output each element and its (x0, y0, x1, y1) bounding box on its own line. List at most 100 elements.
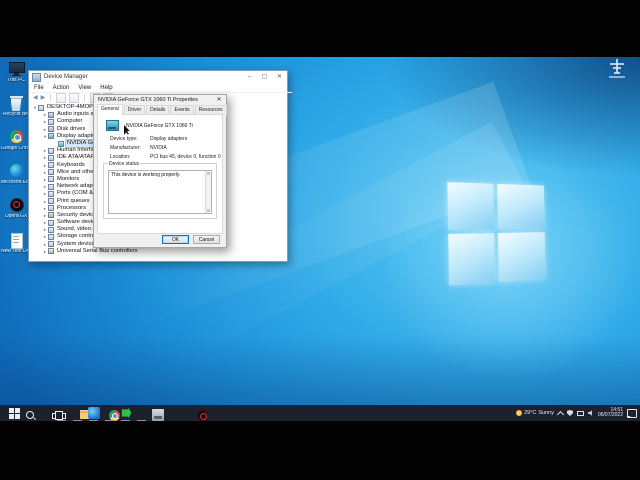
taskbar: 29°C Sunny 14:51 06/07/2022 (0, 405, 640, 421)
blue-app-taskbar-icon[interactable] (88, 407, 100, 419)
field-row: Manufacturer: NVIDIA (110, 145, 167, 151)
letterbox-top (0, 0, 640, 57)
back-icon[interactable]: ◀ (33, 94, 38, 101)
hidden-icons-chevron[interactable] (557, 410, 564, 417)
desktop-icon-label: Google Chrome (1, 146, 31, 151)
cancel-button[interactable]: Cancel (193, 235, 220, 244)
keyboard-icon (48, 162, 54, 168)
windows-logo-pane (498, 232, 545, 282)
desktop-icon-text-document[interactable]: New Text Document (1, 232, 31, 254)
dialog-title: NVIDIA GeForce GTX 1060 Ti Properties (94, 97, 198, 103)
system-tray: 29°C Sunny 14:51 06/07/2022 (516, 405, 636, 421)
gpu-device-icon (106, 120, 119, 131)
text-document-icon (8, 232, 25, 248)
this-pc-icon (8, 61, 25, 77)
device-name: NVIDIA GeForce GTX 1060 Ti (126, 123, 193, 129)
field-label: Location: (110, 154, 150, 160)
cpu-icon (48, 205, 54, 211)
disk-icon (48, 126, 54, 132)
device-status-text: This device is working properly. (111, 172, 204, 178)
field-label: Device type: (110, 136, 150, 142)
ok-button[interactable]: OK (162, 235, 189, 244)
device-manager-taskbar-icon[interactable] (152, 409, 164, 421)
tree-item[interactable]: ▸Universal Serial Bus controllers (30, 248, 286, 255)
weather-widget[interactable]: 29°C Sunny (516, 410, 554, 416)
tree-item-label: Processors (56, 205, 87, 212)
weather-temp: 29°C (524, 410, 536, 416)
toolbar-separator (50, 94, 51, 102)
close-button[interactable]: ✕ (272, 71, 287, 83)
ports-icon (48, 191, 54, 197)
recycle-bin-icon (8, 95, 25, 111)
search-icon[interactable] (24, 409, 36, 421)
device-header: NVIDIA GeForce GTX 1060 Ti (106, 120, 193, 131)
properties-icon[interactable] (69, 93, 79, 103)
scroll-down-icon[interactable] (207, 209, 210, 212)
forward-icon[interactable]: ▶ (41, 94, 46, 101)
software-icon (48, 220, 54, 226)
monitor-icon (48, 176, 54, 182)
green-app-taskbar-icon[interactable] (120, 407, 132, 419)
properties-dialog: NVIDIA GeForce GTX 1060 Ti Properties ✕ … (93, 94, 227, 248)
printer-icon (48, 198, 54, 204)
menu-item-help[interactable]: Help (100, 85, 112, 91)
system-icon (48, 241, 54, 247)
scrollbar[interactable] (205, 171, 211, 213)
tree-item-label: Keyboards (56, 162, 86, 169)
scroll-up-icon[interactable] (207, 172, 210, 175)
audio-icon (48, 112, 54, 118)
desktop-icon-chrome[interactable]: Google Chrome (1, 129, 31, 151)
field-value: NVIDIA (150, 145, 167, 151)
toolbar-separator (84, 94, 85, 102)
maximize-button[interactable]: ▢ (257, 71, 272, 83)
dialog-close-button[interactable]: ✕ (214, 95, 224, 105)
tree-item-label: Monitors (56, 176, 80, 183)
desktop-icon-opera-gx[interactable]: Opera GX (1, 197, 31, 219)
desktop-icon-recycle-bin[interactable]: Recycle Bin (1, 95, 31, 117)
opera-gx-icon (8, 197, 25, 213)
mouse-icon (48, 169, 54, 175)
menu-item-file[interactable]: File (34, 85, 44, 91)
action-center-icon[interactable] (627, 409, 636, 418)
device-manager-app-icon (32, 73, 41, 82)
ide-icon (48, 155, 54, 161)
field-row: Location: PCI bus 45, device 0, function… (110, 154, 221, 160)
screen: This PC Recycle Bin Google Chrome Micros… (0, 0, 640, 480)
windows-logo-pane (497, 184, 544, 229)
sound-icon (48, 227, 54, 233)
weather-condition: Sunny (538, 410, 554, 416)
field-value: Display adapters (150, 136, 187, 142)
tree-item-label: Print queues (56, 198, 91, 205)
opera-gx-taskbar-icon[interactable] (196, 409, 208, 421)
desktop-icon-label: Opera GX (1, 214, 31, 219)
hid-icon (48, 148, 54, 154)
device-status-group: Device status This device is working pro… (103, 163, 217, 219)
tab-general[interactable]: General (97, 104, 123, 115)
desktop-icon-this-pc[interactable]: This PC (1, 61, 31, 83)
desktop-icon-label: Microsoft Edge (1, 180, 31, 185)
security-tray-icon[interactable] (567, 410, 573, 416)
display-tray-icon[interactable] (577, 411, 584, 417)
window-title: Device Manager (44, 74, 88, 80)
caption-buttons: – ▢ ✕ (242, 71, 287, 83)
usb-icon (48, 248, 54, 254)
device-status-label: Device status (108, 161, 140, 167)
minimize-button[interactable]: – (242, 71, 257, 83)
desktop-icon-edge[interactable]: Microsoft Edge (1, 163, 31, 185)
tree-item-label: Computer (56, 118, 83, 125)
console-tree-icon[interactable] (56, 93, 66, 103)
edge-icon (8, 163, 25, 179)
field-label: Manufacturer: (110, 145, 150, 151)
menu-item-action[interactable]: Action (53, 85, 70, 91)
security-icon (48, 212, 54, 218)
taskbar-clock[interactable]: 14:51 06/07/2022 (598, 408, 623, 419)
device-status-textarea[interactable]: This device is working properly. (108, 170, 212, 214)
start-button[interactable] (8, 407, 21, 420)
desktop-icon-label: Recycle Bin (1, 112, 31, 117)
tree-item-label: Disk drives (56, 126, 86, 133)
volume-icon[interactable] (588, 410, 594, 416)
field-value: PCI bus 45, device 0, function 0 (150, 154, 221, 160)
menu-item-view[interactable]: View (78, 85, 91, 91)
display-icon (48, 133, 54, 139)
tree-item-label: Universal Serial Bus controllers (56, 248, 139, 255)
